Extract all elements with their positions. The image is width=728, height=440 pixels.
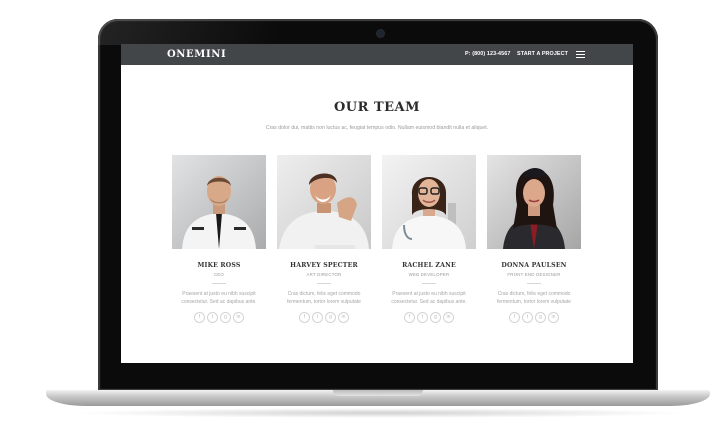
laptop-shadow [70,408,690,418]
team-member-bio: Cras dictum, felis eget commodo fermentu… [287,291,361,305]
team-card: RACHEL ZANE WEB DEVELOPER Praesent at ju… [382,155,476,323]
facebook-icon[interactable]: f [299,312,310,323]
team-member-name: RACHEL ZANE [402,262,456,269]
linkedin-icon[interactable]: in [338,312,349,323]
twitter-icon[interactable]: t [417,312,428,323]
facebook-icon[interactable]: f [509,312,520,323]
team-member-bio: Praesent at justo eu nibh suscipit conse… [181,291,257,305]
site-logo[interactable]: ONEMINI [167,49,226,60]
team-member-name: DONNA PAULSEN [501,262,567,269]
laptop-screen: ONEMINI P: (800) 123-4567 START A PROJEC… [121,44,633,363]
team-member-role: WEB DEVELOPER [408,272,450,277]
google-plus-icon[interactable]: g [325,312,336,323]
team-member-role: FRONT END DESIGNER [507,272,561,277]
start-project-link[interactable]: START A PROJECT [517,51,568,57]
social-links: f t g in [277,312,371,323]
team-member-name: MIKE ROSS [197,262,241,269]
team-member-bio: Cras dictum, felis eget commodo fermentu… [497,291,571,305]
team-photo [172,155,266,249]
social-links: f t g in [487,312,581,323]
twitter-icon[interactable]: t [207,312,218,323]
linkedin-icon[interactable]: in [548,312,559,323]
screen-glare [98,19,278,45]
linkedin-icon[interactable]: in [443,312,454,323]
divider [422,283,436,284]
team-member-role: ART DIRECTOR [306,272,342,277]
google-plus-icon[interactable]: g [535,312,546,323]
facebook-icon[interactable]: f [404,312,415,323]
hamburger-menu-icon[interactable] [576,51,585,58]
twitter-icon[interactable]: t [522,312,533,323]
divider [317,283,331,284]
social-links: f t g in [382,312,476,323]
team-card: MIKE ROSS CEO Praesent at justo eu nibh … [172,155,266,323]
linkedin-icon[interactable]: in [233,312,244,323]
google-plus-icon[interactable]: g [430,312,441,323]
social-links: f t g in [172,312,266,323]
team-member-role: CEO [213,272,225,277]
team-photo [487,155,581,249]
section-subtitle: Cras dolor dui, mattis non luctus ac, fe… [265,125,489,131]
divider [212,283,226,284]
section-title: OUR TEAM [333,100,421,115]
camera-icon [377,30,384,37]
team-photo [277,155,371,249]
twitter-icon[interactable]: t [312,312,323,323]
team-photo [382,155,476,249]
divider [527,283,541,284]
team-member-name: HARVEY SPECTER [290,262,358,269]
phone-number: P: (800) 123-4567 [465,51,511,57]
google-plus-icon[interactable]: g [220,312,231,323]
team-member-bio: Praesent at justo eu nibh suscipit conse… [391,291,467,305]
laptop-opening-notch [333,390,423,396]
site-navbar: ONEMINI P: (800) 123-4567 START A PROJEC… [121,44,633,65]
team-card: DONNA PAULSEN FRONT END DESIGNER Cras di… [487,155,581,323]
facebook-icon[interactable]: f [194,312,205,323]
team-card: HARVEY SPECTER ART DIRECTOR Cras dictum,… [277,155,371,323]
